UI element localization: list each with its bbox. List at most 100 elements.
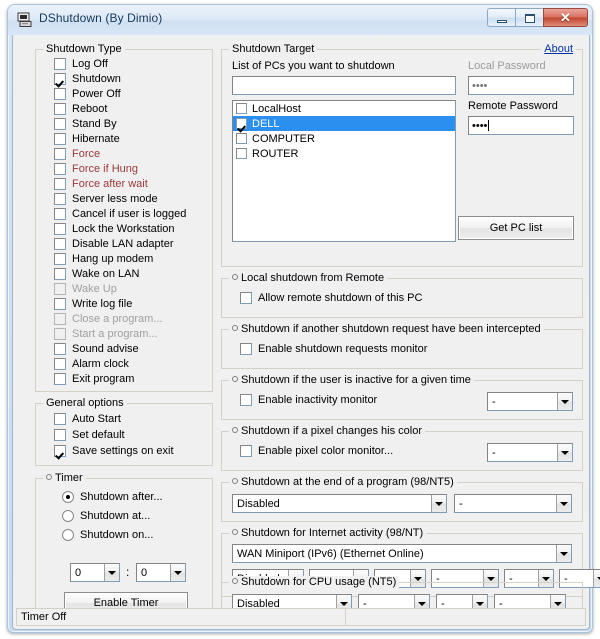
shutdown-type-label-0: Log Off	[72, 58, 108, 70]
inactivity-monitor-row[interactable]: Enable inactivity monitor	[240, 394, 377, 406]
allow-remote-shutdown-checkbox[interactable]	[240, 292, 252, 304]
local-remote-legend: Local shutdown from Remote	[229, 272, 388, 284]
pixel-color-monitor-checkbox[interactable]	[240, 445, 252, 457]
timer-radio-0[interactable]	[62, 491, 74, 503]
inactivity-monitor-checkbox[interactable]	[240, 394, 252, 406]
local-password-field[interactable]: ••••	[468, 76, 574, 95]
shutdown-type-row-7[interactable]: Force if Hung	[54, 163, 138, 175]
shutdown-type-row-21[interactable]: Exit program	[54, 373, 134, 385]
chevron-down-icon[interactable]	[557, 393, 572, 410]
pc-list-checkbox-0[interactable]	[236, 103, 247, 114]
shutdown-type-row-15[interactable]: Wake Up	[54, 283, 117, 295]
shutdown-type-row-20[interactable]: Alarm clock	[54, 358, 129, 370]
shutdown-type-row-12[interactable]: Disable LAN adapter	[54, 238, 174, 250]
timer-radio-row-1[interactable]: Shutdown at...	[62, 510, 150, 522]
chevron-down-icon[interactable]	[593, 570, 600, 587]
timer-minutes-combo[interactable]: 0	[136, 563, 186, 582]
timer-radio-row-2[interactable]: Shutdown on...	[62, 529, 153, 541]
timer-radio-2[interactable]	[62, 529, 74, 541]
shutdown-type-checkbox-4[interactable]	[54, 118, 66, 130]
general-option-row-0[interactable]: Auto Start	[54, 413, 121, 425]
minimize-button[interactable]	[487, 8, 515, 27]
shutdown-type-row-2[interactable]: Power Off	[54, 88, 121, 100]
chevron-down-icon[interactable]	[431, 495, 446, 512]
shutdown-type-row-16[interactable]: Write log file	[54, 298, 132, 310]
pc-list-checkbox-3[interactable]	[236, 148, 247, 159]
shutdown-type-row-0[interactable]: Log Off	[54, 58, 108, 70]
shutdown-type-checkbox-10[interactable]	[54, 208, 66, 220]
shutdown-type-row-18[interactable]: Start a program...	[54, 328, 158, 340]
shutdown-type-row-6[interactable]: Force	[54, 148, 100, 160]
general-option-row-1[interactable]: Set default	[54, 429, 125, 441]
shutdown-type-label-9: Server less mode	[72, 193, 158, 205]
internet-adapter-combo[interactable]: WAN Miniport (IPv6) (Ethernet Online)	[232, 544, 572, 563]
shutdown-type-checkbox-13[interactable]	[54, 253, 66, 265]
chevron-down-icon[interactable]	[170, 564, 185, 581]
end-of-program-main-combo[interactable]: Disabled	[232, 494, 447, 513]
shutdown-type-checkbox-20[interactable]	[54, 358, 66, 370]
chevron-down-icon[interactable]	[557, 444, 572, 461]
shutdown-type-row-3[interactable]: Reboot	[54, 103, 107, 115]
shutdown-type-row-17[interactable]: Close a program...	[54, 313, 162, 325]
shutdown-type-checkbox-9[interactable]	[54, 193, 66, 205]
shutdown-type-checkbox-17	[54, 313, 66, 325]
shutdown-type-row-1[interactable]: Shutdown	[54, 73, 121, 85]
get-pc-list-button[interactable]: Get PC list	[458, 216, 574, 240]
inactivity-combo[interactable]: -	[487, 392, 573, 411]
timer-radio-1[interactable]	[62, 510, 74, 522]
shutdown-type-checkbox-12[interactable]	[54, 238, 66, 250]
pc-list-item-2[interactable]: COMPUTER	[233, 131, 455, 146]
shutdown-type-row-10[interactable]: Cancel if user is logged	[54, 208, 186, 220]
shutdown-type-row-9[interactable]: Server less mode	[54, 193, 158, 205]
shutdown-type-row-8[interactable]: Force after wait	[54, 178, 148, 190]
remote-password-field[interactable]: ••••	[468, 116, 574, 135]
timer-radio-row-0[interactable]: Shutdown after...	[62, 491, 163, 503]
inactivity-legend-text: Shutdown if the user is inactive for a g…	[241, 374, 471, 386]
shutdown-type-checkbox-0[interactable]	[54, 58, 66, 70]
pc-list-checkbox-1[interactable]	[236, 118, 247, 129]
chevron-down-icon[interactable]	[556, 545, 571, 562]
pixel-color-combo[interactable]: -	[487, 443, 573, 462]
chevron-down-icon[interactable]	[556, 495, 571, 512]
shutdown-type-checkbox-6[interactable]	[54, 148, 66, 160]
shutdown-type-checkbox-5[interactable]	[54, 133, 66, 145]
timer-hours-combo[interactable]: 0	[70, 563, 120, 582]
shutdown-type-checkbox-3[interactable]	[54, 103, 66, 115]
title-bar[interactable]: DShutdown (By Dimio) ✕	[8, 5, 592, 35]
pc-list-checkbox-2[interactable]	[236, 133, 247, 144]
maximize-button[interactable]	[515, 8, 543, 27]
general-option-checkbox-2[interactable]	[54, 445, 66, 457]
shutdown-type-checkbox-7[interactable]	[54, 163, 66, 175]
pc-name-input[interactable]	[232, 76, 456, 95]
shutdown-type-checkbox-1[interactable]	[54, 73, 66, 85]
shutdown-type-checkbox-21[interactable]	[54, 373, 66, 385]
pc-list-item-3[interactable]: ROUTER	[233, 146, 455, 161]
pc-list-item-0[interactable]: LocalHost	[233, 101, 455, 116]
shutdown-type-row-11[interactable]: Lock the Workstation	[54, 223, 175, 235]
shutdown-type-row-14[interactable]: Wake on LAN	[54, 268, 139, 280]
end-of-program-second-combo[interactable]: -	[454, 494, 572, 513]
shutdown-requests-monitor-row[interactable]: Enable shutdown requests monitor	[240, 343, 427, 355]
shutdown-type-checkbox-11[interactable]	[54, 223, 66, 235]
allow-remote-shutdown-checkbox-row[interactable]: Allow remote shutdown of this PC	[240, 292, 422, 304]
pc-list-item-1[interactable]: DELL	[233, 116, 455, 131]
shutdown-requests-monitor-checkbox[interactable]	[240, 343, 252, 355]
pixel-color-monitor-row[interactable]: Enable pixel color monitor...	[240, 445, 393, 457]
general-option-checkbox-1[interactable]	[54, 429, 66, 441]
shutdown-type-checkbox-2[interactable]	[54, 88, 66, 100]
shutdown-type-checkbox-16[interactable]	[54, 298, 66, 310]
shutdown-type-row-5[interactable]: Hibernate	[54, 133, 120, 145]
pc-listbox[interactable]: LocalHost DELL COMPUTER ROUTER	[232, 100, 456, 242]
shutdown-type-checkbox-19[interactable]	[54, 343, 66, 355]
shutdown-type-checkbox-8[interactable]	[54, 178, 66, 190]
about-link[interactable]: About	[541, 43, 576, 55]
close-button[interactable]: ✕	[543, 8, 588, 27]
general-option-row-2[interactable]: Save settings on exit	[54, 445, 174, 457]
shutdown-type-row-4[interactable]: Stand By	[54, 118, 117, 130]
general-option-checkbox-0[interactable]	[54, 413, 66, 425]
chevron-down-icon[interactable]	[104, 564, 119, 581]
shutdown-type-checkbox-14[interactable]	[54, 268, 66, 280]
shutdown-type-row-13[interactable]: Hang up modem	[54, 253, 153, 265]
shutdown-type-row-19[interactable]: Sound advise	[54, 343, 139, 355]
timer-legend-text: Timer	[55, 472, 83, 484]
